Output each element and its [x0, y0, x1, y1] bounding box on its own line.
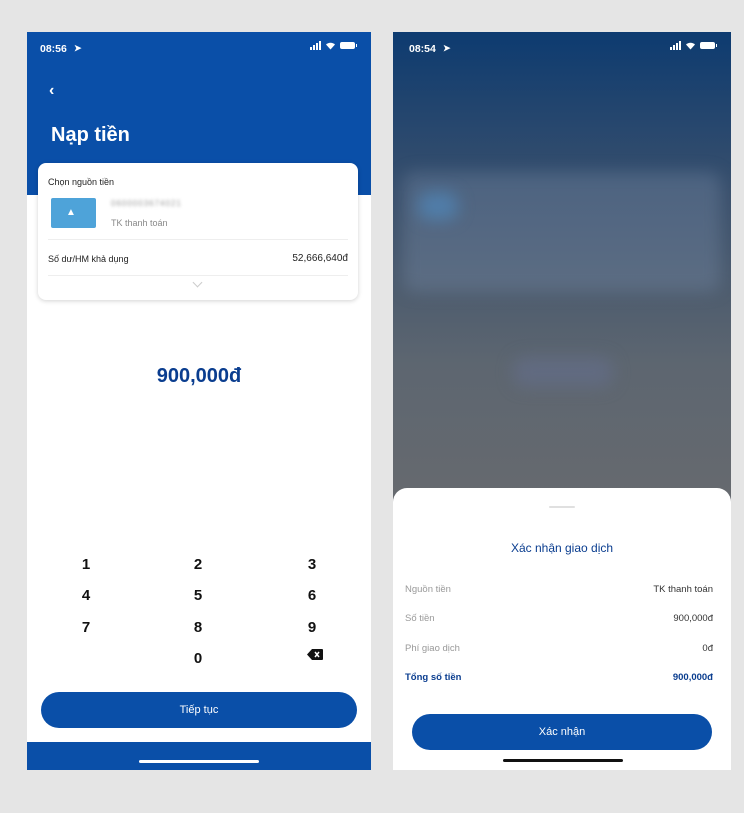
total-label: Tổng số tiền: [405, 672, 462, 683]
funding-source-label: Chọn nguồn tiền: [48, 177, 115, 187]
wifi-icon: [326, 42, 335, 50]
amount-display: 900,000đ: [156, 365, 242, 387]
status-icons: [670, 41, 717, 50]
total-value: 900,000đ: [672, 672, 713, 683]
keypad-key-5[interactable]: 5: [183, 587, 213, 604]
keypad-key-9[interactable]: 9: [297, 619, 327, 636]
source-value: TK thanh toán: [653, 584, 713, 595]
source-label: Nguồn tiền: [405, 584, 451, 595]
balance-value: 52,666,640đ: [292, 253, 348, 264]
amount-value: 900,000đ: [673, 613, 713, 624]
amount-label: Số tiền: [405, 613, 435, 624]
card-thumbnail-icon: ▲: [51, 198, 96, 228]
battery-icon: [340, 42, 357, 49]
home-indicator: [139, 760, 259, 763]
chevron-down-icon[interactable]: [192, 277, 203, 288]
balance-label: Số dư/HM khả dụng: [48, 254, 129, 264]
status-icons: [310, 41, 357, 50]
continue-button[interactable]: Tiếp tục: [41, 692, 357, 728]
keypad-key-6[interactable]: 6: [297, 587, 327, 604]
fee-label: Phí giao dịch: [405, 643, 460, 654]
battery-icon: [700, 42, 717, 49]
signal-icon: [670, 41, 681, 50]
location-arrow-icon: ➤: [443, 43, 451, 53]
keypad-key-4[interactable]: 4: [71, 587, 101, 604]
blurred-amount: [513, 357, 613, 387]
keypad-key-3[interactable]: 3: [297, 556, 327, 573]
bottom-bar: [27, 742, 371, 770]
page-title: Nạp tiền: [51, 124, 130, 146]
status-bar: 08:54 ➤: [393, 32, 731, 62]
funding-source-card[interactable]: Chọn nguồn tiền ▲ 0600003674021 TK thanh…: [38, 163, 358, 300]
account-type: TK thanh toán: [111, 218, 168, 228]
fee-value: 0đ: [702, 643, 713, 654]
top-up-screen: 08:56 ➤ ‹ Nạp tiền Chọn nguồn tiền ▲ 060…: [27, 32, 371, 770]
keypad-key-8[interactable]: 8: [183, 619, 213, 636]
keypad-key-7[interactable]: 7: [71, 619, 101, 636]
status-time: 08:56: [40, 43, 67, 55]
home-indicator: [503, 759, 623, 762]
signal-icon: [310, 41, 321, 50]
wifi-icon: [686, 42, 695, 50]
account-number: 0600003674021: [111, 199, 182, 208]
status-bar: 08:56 ➤: [27, 32, 371, 62]
card-divider: [48, 239, 348, 240]
confirmation-sheet: Xác nhận giao dịch Nguồn tiền TK thanh t…: [393, 488, 731, 770]
back-chevron-icon[interactable]: ‹: [49, 82, 54, 100]
keypad-key-1[interactable]: 1: [71, 556, 101, 573]
sheet-title: Xác nhận giao dịch: [510, 541, 614, 555]
confirm-button[interactable]: Xác nhận: [412, 714, 712, 750]
backspace-icon[interactable]: [307, 649, 323, 660]
location-arrow-icon: ➤: [74, 43, 82, 53]
blurred-thumbnail: [418, 192, 458, 220]
blurred-card: [403, 172, 721, 292]
card-divider: [48, 275, 348, 276]
keypad-key-0[interactable]: 0: [183, 650, 213, 667]
status-time: 08:54: [409, 43, 436, 55]
confirm-transaction-screen: 08:54 ➤ Xác nhận giao dịch Nguồn tiền TK…: [393, 32, 731, 770]
sheet-grabber[interactable]: [549, 506, 575, 508]
keypad-key-2[interactable]: 2: [183, 556, 213, 573]
